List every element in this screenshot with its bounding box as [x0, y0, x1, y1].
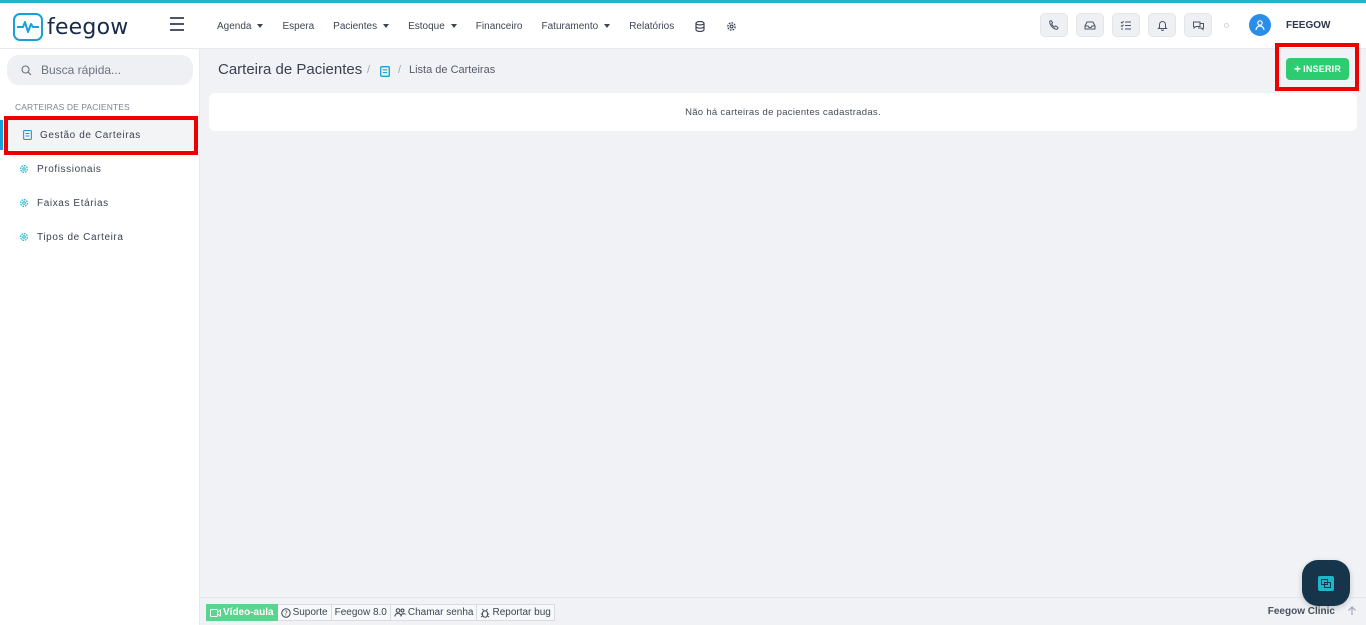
insert-button-label: INSERIR	[1303, 64, 1342, 74]
gear-icon	[19, 164, 29, 174]
video-lesson-button[interactable]: Vídeo-aula	[206, 604, 278, 621]
user-icon[interactable]	[1249, 14, 1271, 36]
people-icon	[394, 608, 406, 617]
status-dot	[1224, 22, 1229, 28]
main-nav: Agenda Espera Pacientes Estoque Financei…	[217, 3, 755, 49]
page-title: Carteira de Pacientes	[218, 61, 363, 78]
sidebar-item-label: Profissionais	[37, 163, 102, 175]
sidebar-item-label: Gestão de Carteiras	[40, 129, 141, 141]
breadcrumb-separator: /	[398, 64, 402, 76]
nav-faturamento[interactable]: Faturamento	[542, 21, 611, 32]
chat-icon[interactable]	[1184, 13, 1212, 37]
toolbar-buttons: FEEGOW	[1040, 13, 1330, 37]
settings-icon[interactable]	[724, 19, 738, 33]
arrow-up-icon[interactable]	[1346, 605, 1358, 617]
caret-down-icon	[383, 24, 390, 28]
database-icon[interactable]	[693, 19, 707, 33]
sidebar-section-title: CARTEIRAS DE PACIENTES	[15, 102, 130, 112]
nav-pacientes[interactable]: Pacientes	[333, 21, 390, 32]
empty-state-message: Não há carteiras de pacientes cadastrada…	[685, 106, 881, 118]
nav-agenda[interactable]: Agenda	[217, 21, 264, 32]
user-name[interactable]: FEEGOW	[1286, 20, 1330, 31]
pulse-icon	[13, 13, 43, 41]
footer-bar: Vídeo-aula ? Suporte Feegow 8.0 Chamar s…	[200, 597, 1366, 625]
version-label[interactable]: Feegow 8.0	[331, 604, 391, 621]
gear-icon	[19, 232, 29, 242]
list-icon	[22, 130, 32, 140]
help-icon: ?	[280, 607, 291, 618]
sidebar-item-tipos-de-carteira[interactable]: Tipos de Carteira	[0, 222, 200, 252]
caret-down-icon	[257, 24, 264, 28]
hamburger-icon[interactable]	[170, 17, 184, 31]
brand-name: feegow	[47, 14, 129, 40]
svg-text:?: ?	[284, 609, 288, 617]
checklist-icon[interactable]	[1112, 13, 1140, 37]
sidebar-item-profissionais[interactable]: Profissionais	[0, 154, 200, 184]
footer-brand: Feegow Clinic	[1267, 606, 1335, 617]
video-icon	[210, 608, 221, 617]
insert-button[interactable]: + INSERIR	[1286, 58, 1349, 80]
footer-links: Vídeo-aula ? Suporte Feegow 8.0 Chamar s…	[206, 604, 555, 621]
call-ticket-link[interactable]: Chamar senha	[390, 604, 478, 621]
sidebar-item-label: Tipos de Carteira	[37, 231, 124, 243]
chat-widget-icon	[1318, 575, 1334, 591]
sidebar-item-gestao-de-carteiras[interactable]: Gestão de Carteiras	[0, 120, 200, 150]
list-icon[interactable]	[380, 64, 390, 78]
nav-estoque[interactable]: Estoque	[408, 21, 457, 32]
sidebar: CARTEIRAS DE PACIENTES Gestão de Carteir…	[0, 49, 200, 625]
search-icon	[21, 64, 32, 75]
breadcrumb-current: Lista de Carteiras	[409, 64, 496, 76]
search-input[interactable]	[41, 63, 181, 77]
caret-down-icon	[604, 24, 611, 28]
phone-icon[interactable]	[1040, 13, 1068, 37]
bug-icon	[480, 608, 490, 618]
gear-icon	[19, 198, 29, 208]
quick-search[interactable]	[7, 55, 193, 85]
nav-espera[interactable]: Espera	[282, 21, 314, 32]
breadcrumb-separator: /	[367, 64, 371, 76]
floating-chat-button[interactable]	[1302, 560, 1350, 606]
sidebar-item-faixas-etarias[interactable]: Faixas Etárias	[0, 188, 200, 218]
inbox-icon[interactable]	[1076, 13, 1104, 37]
caret-down-icon	[450, 24, 457, 28]
nav-relatorios[interactable]: Relatórios	[629, 21, 674, 32]
top-navbar: feegow Agenda Espera Pacientes Estoque F…	[0, 3, 1366, 49]
empty-state-panel: Não há carteiras de pacientes cadastrada…	[209, 93, 1357, 131]
sidebar-item-label: Faixas Etárias	[37, 197, 109, 209]
breadcrumb: Carteira de Pacientes / / Lista de Carte…	[200, 49, 1366, 89]
support-link[interactable]: ? Suporte	[277, 604, 332, 621]
bell-icon[interactable]	[1148, 13, 1176, 37]
plus-icon: +	[1293, 62, 1302, 76]
nav-financeiro[interactable]: Financeiro	[476, 21, 523, 32]
report-bug-link[interactable]: Reportar bug	[477, 604, 555, 621]
feegow-logo[interactable]: feegow	[13, 12, 128, 42]
